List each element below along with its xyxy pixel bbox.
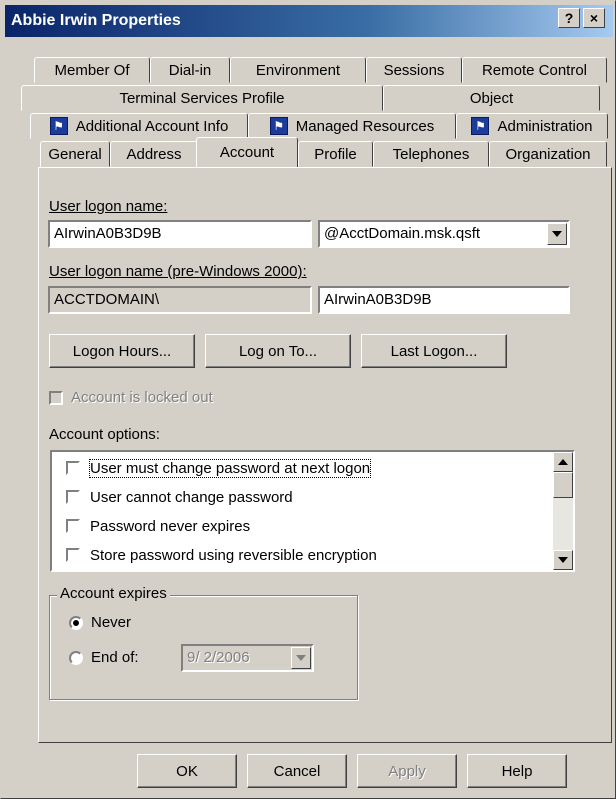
tab-administration[interactable]: ⚑ Administration — [456, 113, 608, 139]
tab-label: Organization — [505, 145, 591, 163]
tab-label: Dial-in — [168, 61, 212, 79]
tab-address[interactable]: Address — [110, 141, 198, 167]
account-tab-panel — [38, 167, 612, 743]
tab-label: Member Of — [54, 61, 130, 79]
button-label: Apply — [388, 762, 426, 780]
cancel-button[interactable]: Cancel — [247, 754, 347, 788]
tab-label: Environment — [255, 61, 341, 79]
tab-label: Additional Account Info — [75, 117, 229, 135]
tab-sessions[interactable]: Sessions — [366, 57, 462, 83]
tab-telephones[interactable]: Telephones — [373, 141, 489, 167]
tab-terminal-services-profile[interactable]: Terminal Services Profile — [21, 85, 383, 111]
tab-label: Managed Resources — [295, 117, 435, 135]
button-label: Cancel — [273, 762, 321, 780]
tab-object[interactable]: Object — [383, 85, 600, 111]
tab-label: Telephones — [392, 145, 470, 163]
tab-label: Account — [219, 144, 275, 161]
tab-label: Address — [126, 145, 182, 163]
close-icon: × — [589, 10, 599, 26]
managed-resources-icon: ⚑ — [269, 117, 288, 135]
button-label: Help — [501, 762, 533, 780]
tab-label: Administration — [497, 117, 593, 135]
tab-organization[interactable]: Organization — [489, 141, 607, 167]
help-button[interactable]: Help — [467, 754, 567, 788]
tab-profile[interactable]: Profile — [298, 141, 373, 167]
tab-general[interactable]: General — [40, 141, 110, 167]
tab-member-of[interactable]: Member Of — [34, 57, 150, 83]
tab-additional-account-info[interactable]: ⚑ Additional Account Info — [30, 113, 248, 139]
title-bar: Abbie Irwin Properties — [5, 5, 613, 37]
close-title-button[interactable]: × — [583, 8, 605, 28]
window-title: Abbie Irwin Properties — [11, 12, 181, 29]
tab-label: Remote Control — [481, 61, 588, 79]
tab-remote-control[interactable]: Remote Control — [462, 57, 607, 83]
tab-environment[interactable]: Environment — [230, 57, 366, 83]
ok-button[interactable]: OK — [137, 754, 237, 788]
help-icon: ? — [564, 10, 574, 26]
apply-button: Apply — [357, 754, 457, 788]
properties-dialog: Abbie Irwin Properties ? × Member Of Dia… — [0, 0, 616, 799]
tab-managed-resources[interactable]: ⚑ Managed Resources — [248, 113, 456, 139]
button-label: OK — [176, 762, 198, 780]
tab-label: Terminal Services Profile — [119, 89, 285, 107]
tab-label: Sessions — [383, 61, 445, 79]
account-info-icon: ⚑ — [49, 117, 68, 135]
tab-dial-in[interactable]: Dial-in — [150, 57, 230, 83]
tab-label: Object — [469, 89, 514, 107]
help-title-button[interactable]: ? — [558, 8, 580, 28]
administration-icon: ⚑ — [471, 117, 490, 135]
tab-account[interactable]: Account — [196, 137, 298, 167]
tab-label: General — [48, 145, 102, 163]
tab-label: Profile — [314, 145, 357, 163]
